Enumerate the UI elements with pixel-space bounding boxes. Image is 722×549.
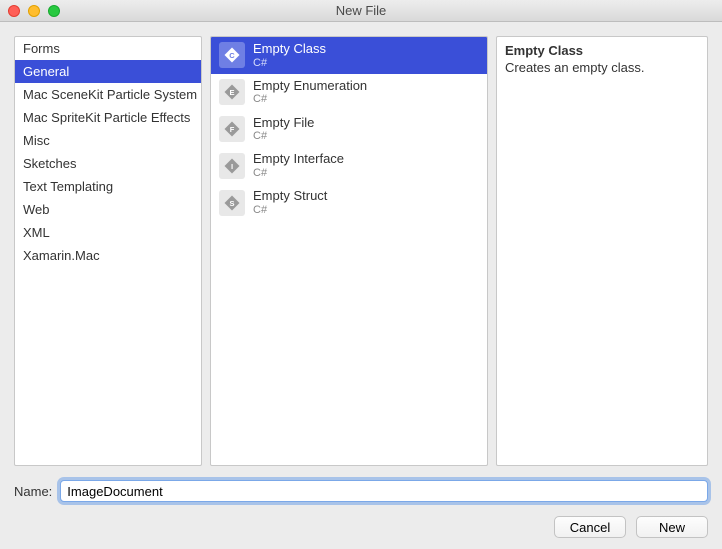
category-item[interactable]: XML: [15, 221, 201, 244]
category-item[interactable]: Text Templating: [15, 175, 201, 198]
window-controls: [0, 5, 60, 17]
cancel-button[interactable]: Cancel: [554, 516, 626, 538]
dialog-content: FormsGeneralMac SceneKit Particle System…: [0, 22, 722, 548]
template-item[interactable]: E Empty EnumerationC#: [211, 74, 487, 111]
category-list[interactable]: FormsGeneralMac SceneKit Particle System…: [14, 36, 202, 466]
name-label: Name:: [14, 484, 52, 499]
category-item[interactable]: Mac SceneKit Particle System: [15, 83, 201, 106]
category-item[interactable]: General: [15, 60, 201, 83]
window-title: New File: [0, 3, 722, 18]
category-item[interactable]: Forms: [15, 37, 201, 60]
svg-text:F: F: [230, 125, 235, 134]
template-subtitle: C#: [253, 204, 327, 217]
new-button[interactable]: New: [636, 516, 708, 538]
description-title: Empty Class: [505, 43, 699, 58]
template-title: Empty File: [253, 115, 314, 131]
file-type-icon: F: [219, 116, 245, 142]
category-item[interactable]: Mac SpriteKit Particle Effects: [15, 106, 201, 129]
description-panel: Empty Class Creates an empty class.: [496, 36, 708, 466]
template-item[interactable]: S Empty StructC#: [211, 184, 487, 221]
panels: FormsGeneralMac SceneKit Particle System…: [14, 36, 708, 466]
category-item[interactable]: Misc: [15, 129, 201, 152]
template-subtitle: C#: [253, 167, 344, 180]
template-item[interactable]: I Empty InterfaceC#: [211, 147, 487, 184]
svg-text:C: C: [229, 51, 235, 60]
template-title: Empty Interface: [253, 151, 344, 167]
close-icon[interactable]: [8, 5, 20, 17]
description-body: Creates an empty class.: [505, 60, 699, 75]
file-type-icon: I: [219, 153, 245, 179]
template-title: Empty Enumeration: [253, 78, 367, 94]
button-row: Cancel New: [14, 516, 708, 538]
template-subtitle: C#: [253, 93, 367, 106]
svg-text:S: S: [229, 199, 234, 208]
name-input[interactable]: [60, 480, 708, 502]
svg-text:I: I: [231, 162, 233, 171]
titlebar: New File: [0, 0, 722, 22]
template-subtitle: C#: [253, 130, 314, 143]
category-item[interactable]: Xamarin.Mac: [15, 244, 201, 267]
template-list[interactable]: CEmpty ClassC#EEmpty EnumerationC#FEmpty…: [210, 36, 488, 466]
file-type-icon: S: [219, 190, 245, 216]
category-item[interactable]: Web: [15, 198, 201, 221]
template-title: Empty Struct: [253, 188, 327, 204]
template-title: Empty Class: [253, 41, 326, 57]
template-item[interactable]: C Empty ClassC#: [211, 37, 487, 74]
category-item[interactable]: Sketches: [15, 152, 201, 175]
file-type-icon: E: [219, 79, 245, 105]
svg-text:E: E: [229, 88, 234, 97]
name-row: Name:: [14, 480, 708, 502]
template-subtitle: C#: [253, 57, 326, 70]
file-type-icon: C: [219, 42, 245, 68]
minimize-icon[interactable]: [28, 5, 40, 17]
zoom-icon[interactable]: [48, 5, 60, 17]
template-item[interactable]: F Empty FileC#: [211, 111, 487, 148]
